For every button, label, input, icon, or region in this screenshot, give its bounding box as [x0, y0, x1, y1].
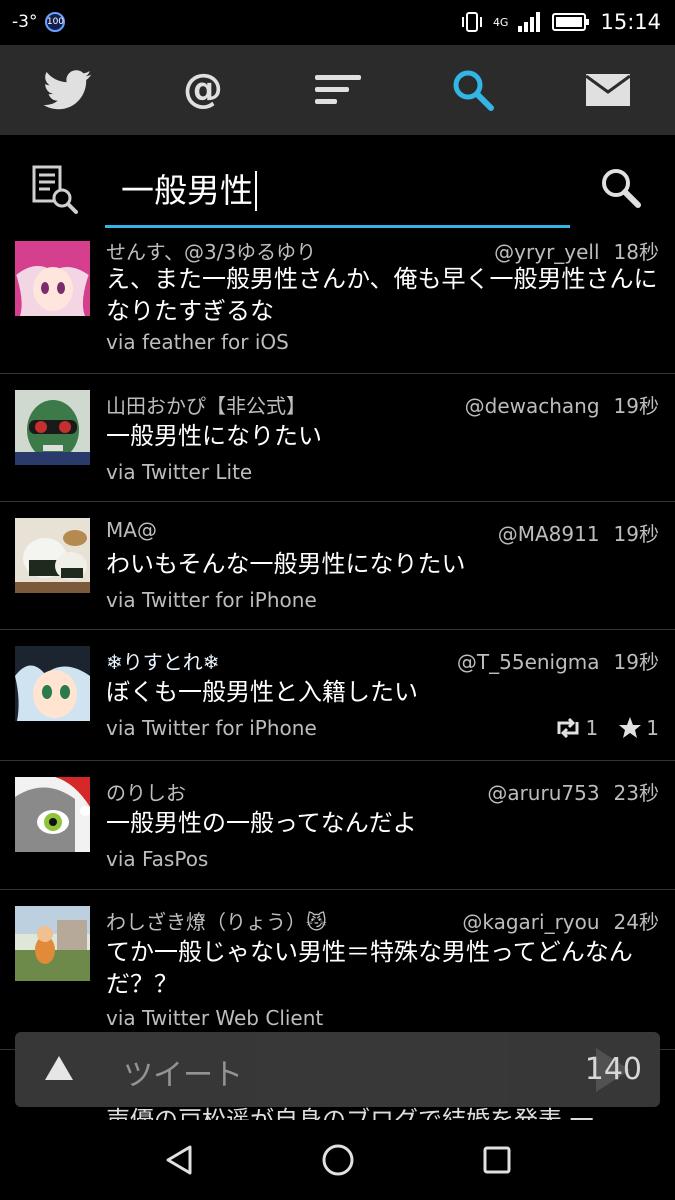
tweet-meta: @MA8911 19秒 [498, 518, 659, 547]
twitter-bird-icon [43, 70, 91, 110]
tab-home[interactable] [28, 50, 108, 130]
tweet[interactable]: MA@ @MA8911 19秒 わいもそんな一般男性になりたい via Twitt… [0, 502, 675, 630]
tweet-source: via Twitter Lite [106, 460, 253, 484]
tweet-time: 19秒 [613, 522, 659, 546]
search-button[interactable] [598, 165, 644, 215]
home-icon[interactable] [321, 1143, 355, 1177]
avatar[interactable] [15, 646, 90, 721]
tweet-meta: @kagari_ryou 24秒 [462, 906, 659, 935]
tweet[interactable]: のりしお @aruru753 23秒 一般男性の一般ってなんだよ via FasP… [0, 761, 675, 890]
tweet-author-name: せんす、@3/3ゆるゆり [106, 240, 317, 264]
avatar[interactable] [15, 906, 90, 981]
tweet-handle: @dewachang [464, 394, 600, 418]
retweet-icon [557, 718, 579, 738]
tweet-meta: @dewachang 19秒 [465, 390, 659, 419]
tweet-time: 19秒 [613, 650, 659, 674]
tweet-time: 19秒 [613, 394, 659, 418]
tweet-time: 23秒 [613, 781, 659, 805]
tab-mentions[interactable]: @ [163, 50, 243, 130]
tweet-input[interactable]: ツイート [123, 1050, 243, 1094]
tweet-author-name: ❄りすとれ❄ [106, 650, 220, 674]
search-results-list[interactable]: せんす、@3/3ゆるゆり @yryr_yell 18秒 え、また一般男性さんか、俺… [0, 235, 675, 1135]
tweet-handle: @T_55enigma [456, 650, 600, 674]
tweet-source: via FasPos [106, 847, 209, 871]
tweet[interactable]: わしざき燎（りょう）😼 @kagari_ryou 24秒 てか一般じゃない男性＝特… [0, 890, 675, 1050]
tweet-author-name: 山田おかぴ【非公式】 [106, 394, 306, 418]
tweet-source: via Twitter Web Client [106, 1006, 324, 1030]
temperature: -3° [12, 12, 38, 32]
recents-icon[interactable] [482, 1145, 512, 1175]
star-icon [619, 717, 642, 738]
compose-bar: ツイート 140 [15, 1032, 660, 1107]
signal-icon [518, 12, 541, 32]
tweet-text: てか一般じゃない男性＝特殊な男性ってどんなんだ？？ [106, 938, 633, 998]
tweet-text: わいもそんな一般男性になりたい [106, 550, 466, 578]
tweet-author-name: MA@ [106, 518, 157, 542]
retweet-count: 1 [554, 716, 598, 740]
char-count: 140 [584, 1052, 642, 1087]
tweet[interactable]: ❄りすとれ❄ @T_55enigma 19秒 ぼくも一般男性と入籍したい via … [0, 630, 675, 761]
tweet-author-name: わしざき燎（りょう）😼 [106, 910, 327, 934]
tweet-meta: @yryr_yell 18秒 [494, 236, 659, 265]
top-nav: @ [0, 45, 675, 135]
lists-icon [314, 75, 361, 104]
battery-icon [552, 13, 590, 31]
search-history-icon [32, 165, 78, 214]
triangle-up-icon [45, 1056, 73, 1080]
tweet-meta: @aruru753 23秒 [487, 777, 659, 806]
tab-search[interactable] [433, 50, 513, 130]
tweet[interactable]: せんす、@3/3ゆるゆり @yryr_yell 18秒 え、また一般男性さんか、俺… [0, 235, 675, 374]
search-query: 一般男性 [121, 171, 257, 211]
favorite-count: 1 [618, 716, 659, 740]
notification-badge: 100 [45, 12, 66, 32]
system-nav-bar [0, 1120, 675, 1200]
tweet-handle: @MA8911 [497, 522, 600, 546]
tweet-source: via feather for iOS [106, 330, 289, 354]
tweet-source: via Twitter for iPhone [106, 588, 317, 612]
tweet-handle: @yryr_yell [494, 240, 600, 264]
at-icon: @ [183, 69, 223, 111]
tweet-text: 一般男性になりたい [106, 422, 322, 450]
clock: 15:14 [600, 10, 661, 34]
search-icon [602, 169, 641, 208]
avatar[interactable] [15, 518, 90, 593]
tweet-author-name: のりしお [106, 781, 186, 805]
tab-lists[interactable] [298, 50, 378, 130]
mail-icon [584, 74, 631, 106]
search-bar: 一般男性 [0, 135, 675, 235]
tweet-time: 24秒 [613, 910, 659, 934]
network-type: 4G [492, 15, 509, 29]
avatar[interactable] [15, 390, 90, 465]
tweet-source: via Twitter for iPhone [106, 716, 317, 740]
vibrate-icon [461, 12, 482, 32]
tweet-text: え、また一般男性さんか、俺も早く一般男性さんになりたすぎるな [106, 265, 658, 325]
avatar[interactable] [15, 241, 90, 316]
tweet-time: 18秒 [613, 240, 659, 264]
tweet-text: 一般男性の一般ってなんだよ [106, 809, 417, 837]
tweet-meta: @T_55enigma 19秒 [457, 646, 659, 675]
search-input[interactable]: 一般男性 [105, 165, 570, 228]
tab-messages[interactable] [568, 50, 648, 130]
tweet-handle: @kagari_ryou [462, 910, 600, 934]
search-history-button[interactable] [30, 165, 80, 219]
tweet-handle: @aruru753 [487, 781, 600, 805]
status-bar: -3° 100 4G 15:14 [0, 0, 675, 45]
avatar[interactable] [15, 777, 90, 852]
back-icon[interactable] [164, 1144, 194, 1176]
tweet-text: ぼくも一般男性と入籍したい [106, 678, 418, 706]
tweet-stats: 1 1 [554, 716, 659, 740]
search-icon [453, 70, 494, 111]
expand-compose-button[interactable] [43, 1054, 75, 1086]
tweet[interactable]: 山田おかぴ【非公式】 @dewachang 19秒 一般男性になりたい via T… [0, 374, 675, 502]
svg-text:@: @ [183, 69, 223, 111]
